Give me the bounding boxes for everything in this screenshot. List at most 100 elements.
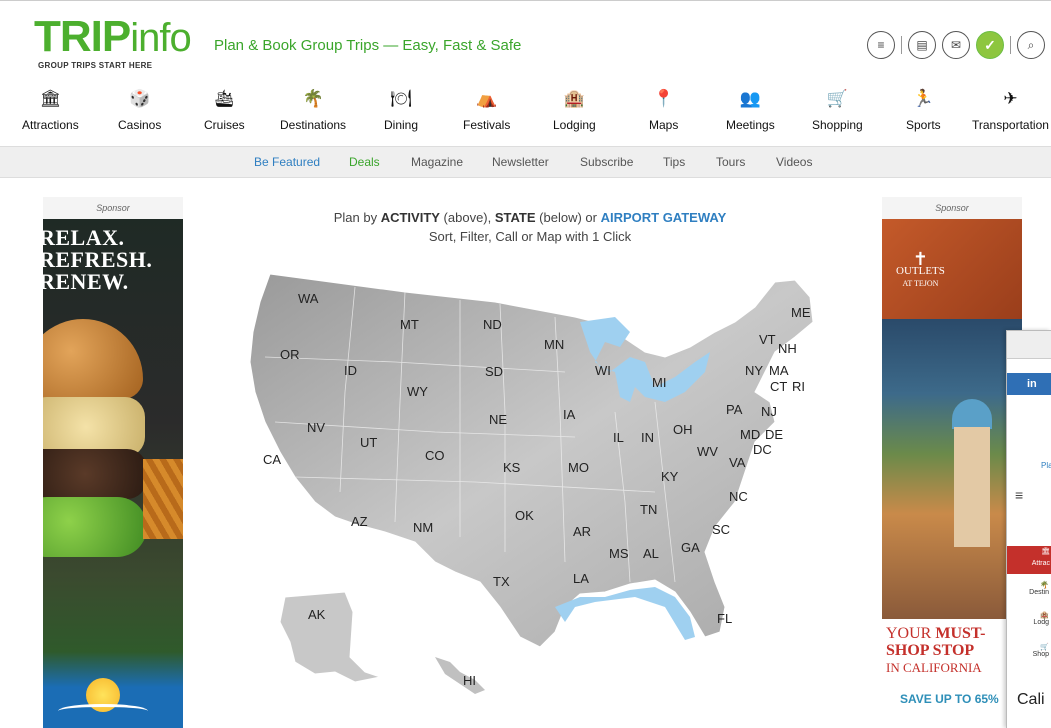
overlay-preview-window[interactable]: in Pla ≡ 🏛Attrac 🌴Destin 🏨Lodg 🛒Shop Cal… [1006,330,1051,728]
state-ma[interactable]: MA [769,363,789,378]
nav-subscribe[interactable]: Subscribe [580,155,633,169]
state-ms[interactable]: MS [609,546,629,561]
state-link[interactable]: STATE [495,210,536,225]
state-sd[interactable]: SD [485,364,503,379]
state-nh[interactable]: NH [778,341,797,356]
state-ky[interactable]: KY [661,469,678,484]
activity-link[interactable]: ACTIVITY [381,210,440,225]
menu-icon[interactable]: ≡ [1015,487,1023,503]
search-icon[interactable]: ⌕ [1017,31,1045,59]
state-mn[interactable]: MN [544,337,564,352]
state-wv[interactable]: WV [697,444,718,459]
logo-trip-text: TRIP [34,12,131,61]
state-ak[interactable]: AK [308,607,325,622]
category-destinations[interactable]: 🌴 Destinations [280,82,346,132]
state-me[interactable]: ME [791,305,811,320]
state-nm[interactable]: NM [413,520,433,535]
state-tx[interactable]: TX [493,574,510,589]
state-ar[interactable]: AR [573,524,591,539]
nav-videos[interactable]: Videos [776,155,812,169]
nav-magazine[interactable]: Magazine [411,155,463,169]
cross-icon: ✝ [912,249,928,269]
alaska-shape [279,591,382,683]
state-de[interactable]: DE [765,427,783,442]
category-label: Casinos [118,118,162,132]
category-transportation[interactable]: ✈ Transportation [972,82,1049,132]
us-map-svg [249,273,814,694]
state-va[interactable]: VA [729,455,745,470]
nav-tours[interactable]: Tours [716,155,745,169]
state-nv[interactable]: NV [307,420,325,435]
nav-newsletter[interactable]: Newsletter [492,155,549,169]
state-wa[interactable]: WA [298,291,318,306]
airport-gateway-link[interactable]: AIRPORT GATEWAY [601,210,727,225]
linkedin-icon[interactable]: in [1007,373,1051,395]
nav-be-featured[interactable]: Be Featured [254,155,320,169]
state-mt[interactable]: MT [400,317,419,332]
state-sc[interactable]: SC [712,522,730,537]
category-casinos[interactable]: 🎲 Casinos [118,82,161,132]
state-in[interactable]: IN [641,430,654,445]
left-sponsor-ad[interactable]: RELAX. REFRESH. RENEW. [43,219,183,728]
state-nd[interactable]: ND [483,317,502,332]
state-ks[interactable]: KS [503,460,520,475]
newspaper-icon[interactable]: ▤ [908,31,936,59]
state-ri[interactable]: RI [792,379,805,394]
state-wi[interactable]: WI [595,363,611,378]
right-sponsor-ad[interactable]: ✝ OUTLETS AT TEJON YOUR MUST- SHOP STOP … [882,219,1022,728]
category-cruises[interactable]: 🛳 Cruises [204,82,245,132]
state-mo[interactable]: MO [568,460,589,475]
nav-deals[interactable]: Deals [349,155,380,169]
fries-image [143,459,183,539]
category-sports[interactable]: 🏃 Sports [906,82,941,132]
mail-icon[interactable]: ✉ [942,31,970,59]
menu-icon[interactable]: ≡ [867,31,895,59]
state-nc[interactable]: NC [729,489,748,504]
preview-heading: Cali [1017,691,1045,708]
state-ny[interactable]: NY [745,363,763,378]
ad-photo [882,319,1022,619]
category-lodging[interactable]: 🏨 Lodging [553,82,596,132]
state-al[interactable]: AL [643,546,659,561]
state-ne[interactable]: NE [489,412,507,427]
airplane-icon: ✈ [1003,89,1018,108]
state-pa[interactable]: PA [726,402,742,417]
state-az[interactable]: AZ [351,514,368,529]
state-fl[interactable]: FL [717,611,732,626]
state-oh[interactable]: OH [673,422,693,437]
category-attractions[interactable]: 🏛 Attractions [22,82,79,132]
state-dc[interactable]: DC [753,442,772,457]
map-intro: Plan by ACTIVITY (above), STATE (below) … [230,208,830,246]
state-md[interactable]: MD [740,427,760,442]
right-sponsor-header: Sponsor [882,197,1022,219]
ship-icon: 🛳 [213,89,236,108]
category-maps[interactable]: 📍 Maps [649,82,678,132]
state-vt[interactable]: VT [759,332,776,347]
category-label: Meetings [726,118,775,132]
state-hi[interactable]: HI [463,673,476,688]
check-icon[interactable]: ✓ [976,31,1004,59]
tripinfo-logo[interactable]: TRIPinfo GROUP TRIPS START HERE [34,12,192,77]
category-meetings[interactable]: 👥 Meetings [726,82,775,132]
state-la[interactable]: LA [573,571,589,586]
state-il[interactable]: IL [613,430,624,445]
state-ok[interactable]: OK [515,508,534,523]
state-ia[interactable]: IA [563,407,575,422]
state-ca[interactable]: CA [263,452,281,467]
state-tn[interactable]: TN [640,502,657,517]
state-ut[interactable]: UT [360,435,377,450]
state-wy[interactable]: WY [407,384,428,399]
state-or[interactable]: OR [280,347,300,362]
us-states-map[interactable]: WA MT ND MN ME OR ID SD WI MI VT NH NY M… [235,262,835,702]
state-ct[interactable]: CT [770,379,787,394]
state-mi[interactable]: MI [652,375,666,390]
category-shopping[interactable]: 🛒 Shopping [812,82,863,132]
nav-tips[interactable]: Tips [663,155,685,169]
state-ga[interactable]: GA [681,540,700,555]
category-festivals[interactable]: ⛺ Festivals [463,82,510,132]
category-dining[interactable]: 🍽 Dining [384,82,418,132]
state-nj[interactable]: NJ [761,404,777,419]
hotel-icon: 🏨 [563,89,585,108]
state-id[interactable]: ID [344,363,357,378]
state-co[interactable]: CO [425,448,445,463]
